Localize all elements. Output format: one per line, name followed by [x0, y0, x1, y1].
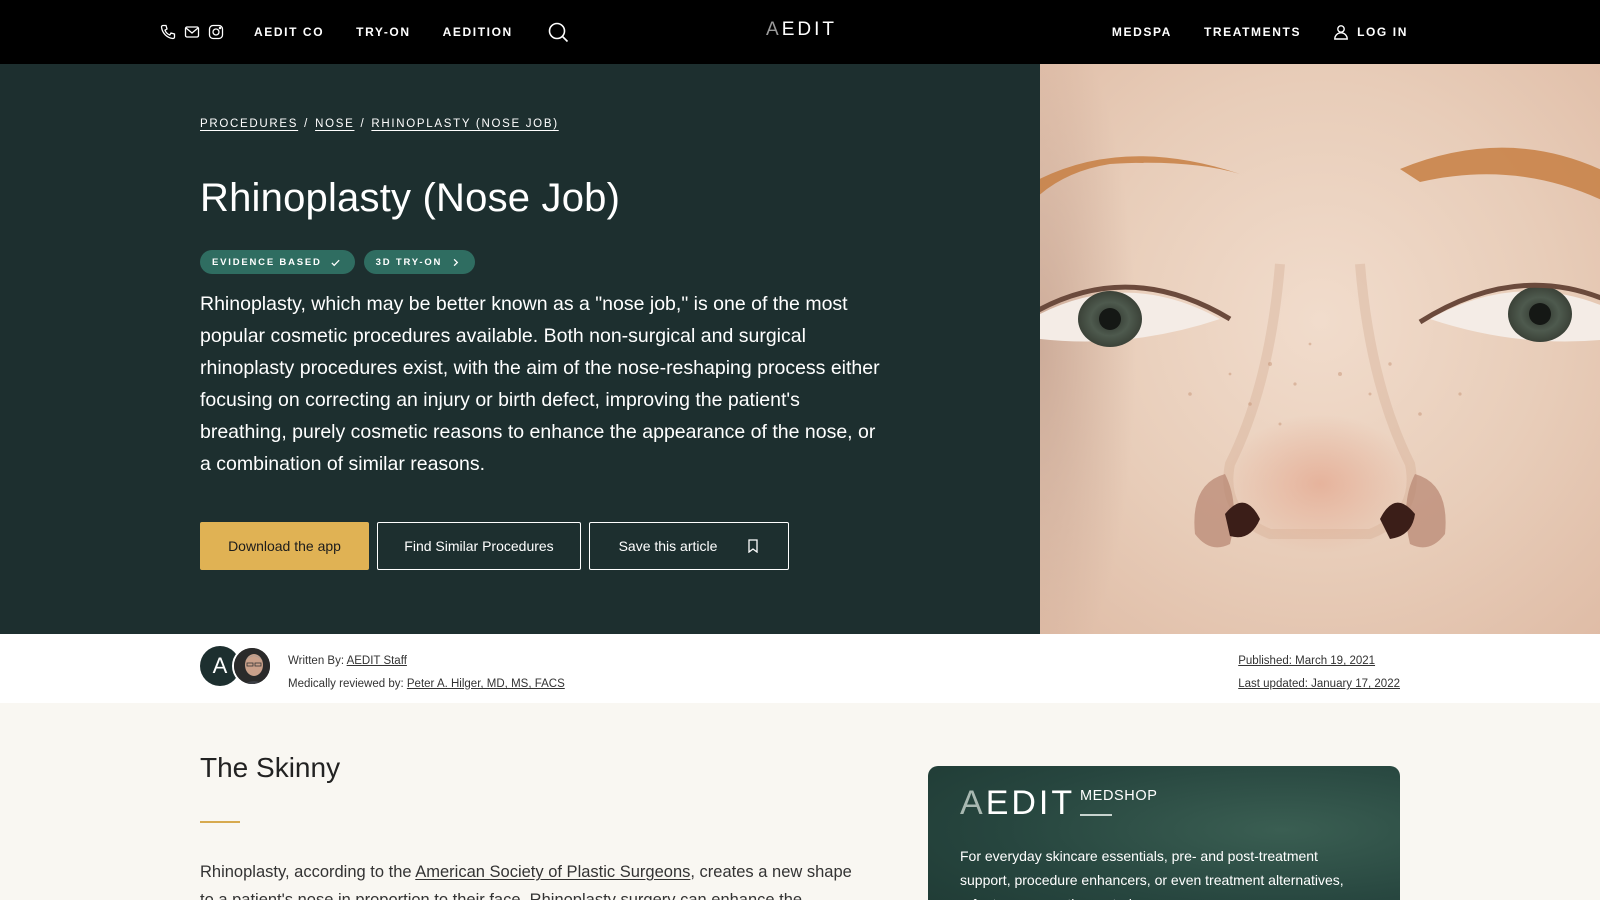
nav-link-medspa[interactable]: MEDSPA [1112, 25, 1172, 39]
find-similar-button[interactable]: Find Similar Procedures [377, 522, 581, 570]
medshop-logo: AEDIT [960, 784, 1076, 822]
save-article-button[interactable]: Save this article [589, 522, 789, 570]
section-divider [200, 821, 240, 823]
reviewer-link[interactable]: Peter A. Hilger, MD, MS, FACS [407, 678, 565, 690]
nav-link-treatments[interactable]: TREATMENTS [1204, 25, 1301, 39]
author-link[interactable]: AEDIT Staff [347, 655, 407, 667]
medshop-text: For everyday skincare essentials, pre- a… [960, 848, 1344, 900]
nav-link-try-on[interactable]: TRY-ON [356, 25, 411, 39]
author-bar: A Written By: AEDIT Staff Medically revi… [0, 634, 1600, 703]
login-button[interactable]: LOG IN [1333, 24, 1408, 40]
evidence-based-badge[interactable]: EVIDENCE BASED [200, 250, 355, 274]
breadcrumb-separator: / [304, 118, 310, 130]
contact-icons [160, 24, 224, 40]
nav-right: MEDSPA TREATMENTS LOG IN [1112, 0, 1408, 64]
breadcrumb-rhinoplasty[interactable]: RHINOPLASTY (NOSE JOB) [371, 118, 558, 130]
published-date[interactable]: Published: March 19, 2021 [1238, 655, 1375, 667]
medshop-tag: MEDSHOP [1080, 788, 1158, 804]
updated-date[interactable]: Last updated: January 17, 2022 [1238, 678, 1400, 690]
medshop-card[interactable]: AEDIT MEDSHOP For everyday skincare esse… [928, 766, 1400, 900]
nav-link-aedition[interactable]: AEDITION [443, 25, 513, 39]
author-credits: Written By: AEDIT Staff Medically review… [288, 650, 565, 696]
download-app-button[interactable]: Download the app [200, 522, 369, 570]
breadcrumb-procedures[interactable]: PROCEDURES [200, 118, 298, 130]
search-icon[interactable] [547, 21, 569, 43]
instagram-icon[interactable] [208, 24, 224, 40]
hero-section: PROCEDURES / NOSE / RHINOPLASTY (NOSE JO… [0, 64, 1040, 634]
hero-face-image [1040, 64, 1600, 634]
aedit-logo[interactable]: AEDIT [766, 19, 837, 41]
top-nav: AEDIT CO TRY-ON AEDITION AEDIT MEDSPA TR… [0, 0, 1600, 64]
author-avatars: A [200, 646, 274, 688]
check-icon [331, 259, 340, 266]
mail-icon[interactable] [184, 24, 200, 40]
user-icon [1334, 25, 1348, 40]
hero-buttons: Download the app Find Similar Procedures… [200, 522, 789, 570]
phone-icon[interactable] [160, 24, 176, 40]
nav-link-aedit-co[interactable]: AEDIT CO [254, 25, 324, 39]
bookmark-icon [748, 539, 759, 553]
chevron-right-icon [453, 258, 459, 266]
nav-left: AEDIT CO TRY-ON AEDITION [160, 0, 569, 64]
body-paragraph: Rhinoplasty, according to the American S… [200, 863, 852, 900]
breadcrumb: PROCEDURES / NOSE / RHINOPLASTY (NOSE JO… [200, 118, 559, 130]
page-title: Rhinoplasty (Nose Job) [200, 176, 621, 220]
breadcrumb-nose[interactable]: NOSE [315, 118, 354, 130]
reviewed-by-line: Medically reviewed by: Peter A. Hilger, … [288, 678, 565, 690]
asps-link[interactable]: American Society of Plastic Surgeons [415, 863, 690, 881]
section-title: The Skinny [200, 752, 341, 783]
medshop-rule [1080, 814, 1112, 816]
badges: EVIDENCE BASED 3D TRY-ON [200, 250, 476, 274]
3d-try-on-badge[interactable]: 3D TRY-ON [363, 250, 476, 274]
reviewer-avatar [232, 646, 272, 686]
breadcrumb-separator: / [360, 118, 366, 130]
article-dates: Published: March 19, 2021 Last updated: … [1238, 650, 1400, 696]
written-by-line: Written By: AEDIT Staff [288, 655, 407, 667]
intro-paragraph: Rhinoplasty, which may be better known a… [200, 293, 880, 475]
